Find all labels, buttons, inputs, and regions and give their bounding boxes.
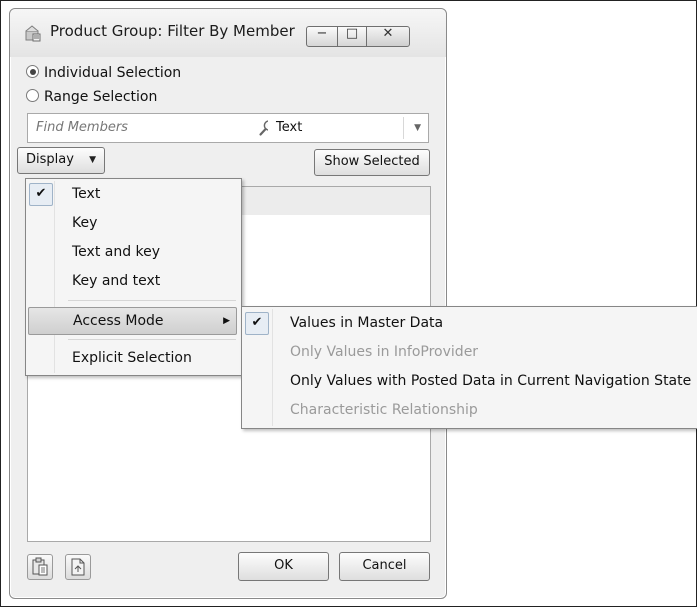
export-button[interactable] (65, 554, 91, 580)
title-bar[interactable]: Product Group: Filter By Member − □ ✕ (10, 9, 446, 57)
chevron-down-icon: ▼ (89, 155, 96, 165)
minimize-button[interactable]: − (306, 26, 338, 47)
chevron-down-icon: ▼ (414, 123, 421, 133)
display-menu-button[interactable]: Display ▼ (17, 147, 105, 174)
maximize-button[interactable]: □ (337, 26, 367, 47)
menu-item-label: Access Mode (73, 313, 164, 329)
checkmark-icon: ✔ (29, 183, 53, 206)
display-button-label: Display (26, 152, 74, 167)
individual-selection-radio[interactable]: Individual Selection (26, 65, 181, 81)
menu-item-key[interactable]: Key (28, 210, 237, 236)
radio-button-selected[interactable] (26, 65, 39, 78)
menu-item-access-mode[interactable]: Access Mode ▶ (28, 307, 237, 335)
range-selection-label: Range Selection (44, 89, 158, 105)
paste-button[interactable] (27, 554, 53, 580)
clipboard-icon (32, 557, 48, 576)
menu-item-label: Text and key (72, 244, 161, 260)
menu-item-explicit-selection[interactable]: Explicit Selection (28, 345, 237, 371)
maximize-icon: □ (345, 26, 359, 41)
cancel-button[interactable]: Cancel (339, 552, 430, 581)
individual-selection-label: Individual Selection (44, 65, 182, 81)
minimize-icon: − (316, 26, 328, 41)
menu-item-label: Text (72, 186, 101, 202)
search-input[interactable] (28, 114, 246, 140)
select-divider (403, 117, 404, 139)
access-mode-submenu: ✔ Values in Master Data Only Values in I… (241, 306, 697, 429)
menu-item-only-values-in-infoprovider: Only Values in InfoProvider (244, 339, 693, 365)
menu-item-characteristic-relationship: Characteristic Relationship (244, 397, 693, 423)
menu-separator (68, 300, 236, 301)
product-group-icon (25, 25, 41, 42)
show-selected-button[interactable]: Show Selected (314, 149, 430, 176)
menu-item-text-and-key[interactable]: Text and key (28, 239, 237, 265)
find-members-box (27, 113, 275, 143)
menu-item-label: Only Values in InfoProvider (290, 344, 479, 360)
document-export-icon (71, 558, 85, 576)
display-type-select[interactable]: Text ▼ (268, 113, 429, 143)
close-icon: ✕ (382, 26, 394, 41)
menu-item-values-in-master-data[interactable]: ✔ Values in Master Data (244, 310, 693, 336)
menu-item-label: Key and text (72, 273, 161, 289)
menu-item-label: Key (72, 215, 98, 231)
range-selection-radio[interactable]: Range Selection (26, 89, 157, 105)
menu-item-only-values-with-posted-data[interactable]: Only Values with Posted Data in Current … (244, 368, 693, 394)
ok-button[interactable]: OK (238, 552, 329, 581)
checkmark-icon: ✔ (245, 312, 269, 335)
chevron-right-icon: ▶ (223, 316, 230, 326)
radio-button[interactable] (26, 89, 39, 102)
close-button[interactable]: ✕ (366, 26, 410, 47)
display-type-value: Text (276, 120, 303, 135)
menu-item-label: Values in Master Data (290, 315, 444, 331)
menu-item-label: Explicit Selection (72, 350, 192, 366)
menu-item-text[interactable]: ✔ Text (28, 181, 237, 207)
menu-separator (68, 339, 236, 340)
menu-item-label: Only Values with Posted Data in Current … (290, 373, 692, 389)
display-menu: ✔ Text Key Text and key Key and text Acc… (25, 178, 242, 376)
window-title: Product Group: Filter By Member (50, 22, 295, 40)
menu-item-key-and-text[interactable]: Key and text (28, 268, 237, 294)
menu-item-label: Characteristic Relationship (290, 402, 478, 418)
